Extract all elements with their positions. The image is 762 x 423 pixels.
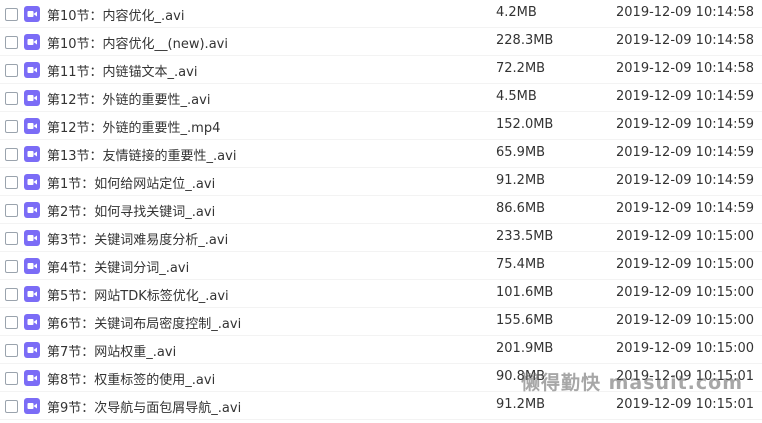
file-name[interactable]: 第11节：内链锚文本_.avi <box>47 61 197 80</box>
file-modified-date: 2019-12-09 10:14:58 <box>616 5 755 20</box>
file-name[interactable]: 第6节：关键词布局密度控制_.avi <box>47 313 241 332</box>
video-file-icon <box>24 90 40 106</box>
file-row[interactable]: 第3节：关键词难易度分析_.avi 233.5MB 2019-12-09 10:15… <box>0 224 762 252</box>
file-row[interactable]: 第8节：权重标签的使用_.avi 90.8MB 2019-12-09 10:15:0… <box>0 364 762 392</box>
file-modified-date: 2019-12-09 10:15:00 <box>616 313 755 328</box>
file-size: 233.5MB <box>496 229 554 244</box>
file-size: 101.6MB <box>496 285 554 300</box>
file-modified-date: 2019-12-09 10:14:58 <box>616 33 755 48</box>
row-checkbox[interactable] <box>5 288 18 301</box>
file-row[interactable]: 第1节：如何给网站定位_.avi 91.2MB 2019-12-09 10:14:5… <box>0 168 762 196</box>
row-checkbox[interactable] <box>5 148 18 161</box>
file-row[interactable]: 第11节：内链锚文本_.avi 72.2MB 2019-12-09 10:14:58 <box>0 56 762 84</box>
file-row[interactable]: 第13节：友情链接的重要性_.avi 65.9MB 2019-12-09 10:14… <box>0 140 762 168</box>
file-row[interactable]: 第10节：内容优化_.avi 4.2MB 2019-12-09 10:14:58 <box>0 0 762 28</box>
file-size: 91.2MB <box>496 173 546 188</box>
file-modified-date: 2019-12-09 10:14:59 <box>616 173 755 188</box>
file-size: 4.2MB <box>496 5 537 20</box>
row-checkbox[interactable] <box>5 36 18 49</box>
video-file-icon <box>24 62 40 78</box>
file-row[interactable]: 第12节：外链的重要性_.avi 4.5MB 2019-12-09 10:14:59 <box>0 84 762 112</box>
video-file-icon <box>24 314 40 330</box>
video-file-icon <box>24 230 40 246</box>
file-modified-date: 2019-12-09 10:15:00 <box>616 341 755 356</box>
row-checkbox[interactable] <box>5 344 18 357</box>
file-size: 65.9MB <box>496 145 546 160</box>
file-modified-date: 2019-12-09 10:15:00 <box>616 229 755 244</box>
row-checkbox[interactable] <box>5 204 18 217</box>
row-checkbox[interactable] <box>5 260 18 273</box>
row-checkbox[interactable] <box>5 372 18 385</box>
file-name[interactable]: 第4节：关键词分词_.avi <box>47 257 189 276</box>
file-row[interactable]: 第4节：关键词分词_.avi 75.4MB 2019-12-09 10:15:00 <box>0 252 762 280</box>
file-modified-date: 2019-12-09 10:14:58 <box>616 61 755 76</box>
file-name[interactable]: 第10节：内容优化__(new).avi <box>47 33 228 52</box>
file-size: 201.9MB <box>496 341 554 356</box>
row-checkbox[interactable] <box>5 120 18 133</box>
file-size: 72.2MB <box>496 61 546 76</box>
video-file-icon <box>24 286 40 302</box>
file-row[interactable]: 第6节：关键词布局密度控制_.avi 155.6MB 2019-12-09 10:1… <box>0 308 762 336</box>
file-modified-date: 2019-12-09 10:14:59 <box>616 117 755 132</box>
file-size: 75.4MB <box>496 257 546 272</box>
file-size: 4.5MB <box>496 89 537 104</box>
file-name[interactable]: 第12节：外链的重要性_.avi <box>47 89 210 108</box>
video-file-icon <box>24 174 40 190</box>
file-list: 第10节：内容优化_.avi 4.2MB 2019-12-09 10:14:58 第1… <box>0 0 762 420</box>
row-checkbox[interactable] <box>5 400 18 413</box>
file-name[interactable]: 第3节：关键词难易度分析_.avi <box>47 229 228 248</box>
file-name[interactable]: 第5节：网站TDK标签优化_.avi <box>47 285 229 304</box>
file-row[interactable]: 第5节：网站TDK标签优化_.avi 101.6MB 2019-12-09 10:1… <box>0 280 762 308</box>
file-name[interactable]: 第13节：友情链接的重要性_.avi <box>47 145 236 164</box>
file-name[interactable]: 第9节：次导航与面包屑导航_.avi <box>47 397 241 416</box>
file-row[interactable]: 第12节：外链的重要性_.mp4 152.0MB 2019-12-09 10:14:… <box>0 112 762 140</box>
file-size: 91.2MB <box>496 397 546 412</box>
file-size: 228.3MB <box>496 33 554 48</box>
file-row[interactable]: 第10节：内容优化__(new).avi 228.3MB 2019-12-09 10… <box>0 28 762 56</box>
file-name[interactable]: 第1节：如何给网站定位_.avi <box>47 173 215 192</box>
row-checkbox[interactable] <box>5 316 18 329</box>
file-modified-date: 2019-12-09 10:15:01 <box>616 369 755 384</box>
video-file-icon <box>24 370 40 386</box>
file-modified-date: 2019-12-09 10:15:00 <box>616 285 755 300</box>
file-name[interactable]: 第8节：权重标签的使用_.avi <box>47 369 215 388</box>
file-size: 86.6MB <box>496 201 546 216</box>
row-checkbox[interactable] <box>5 8 18 21</box>
video-file-icon <box>24 34 40 50</box>
video-file-icon <box>24 258 40 274</box>
file-modified-date: 2019-12-09 10:15:00 <box>616 257 755 272</box>
file-row[interactable]: 第2节：如何寻找关键词_.avi 86.6MB 2019-12-09 10:14:5… <box>0 196 762 224</box>
video-file-icon <box>24 398 40 414</box>
file-modified-date: 2019-12-09 10:14:59 <box>616 201 755 216</box>
file-modified-date: 2019-12-09 10:15:01 <box>616 397 755 412</box>
video-file-icon <box>24 146 40 162</box>
row-checkbox[interactable] <box>5 176 18 189</box>
file-size: 155.6MB <box>496 313 554 328</box>
video-file-icon <box>24 342 40 358</box>
row-checkbox[interactable] <box>5 232 18 245</box>
file-size: 152.0MB <box>496 117 554 132</box>
row-checkbox[interactable] <box>5 64 18 77</box>
file-row[interactable]: 第7节：网站权重_.avi 201.9MB 2019-12-09 10:15:00 <box>0 336 762 364</box>
row-checkbox[interactable] <box>5 92 18 105</box>
file-name[interactable]: 第7节：网站权重_.avi <box>47 341 176 360</box>
file-name[interactable]: 第2节：如何寻找关键词_.avi <box>47 201 215 220</box>
file-name[interactable]: 第12节：外链的重要性_.mp4 <box>47 117 220 136</box>
file-modified-date: 2019-12-09 10:14:59 <box>616 89 755 104</box>
file-size: 90.8MB <box>496 369 546 384</box>
video-file-icon <box>24 118 40 134</box>
file-name[interactable]: 第10节：内容优化_.avi <box>47 5 184 24</box>
video-file-icon <box>24 6 40 22</box>
video-file-icon <box>24 202 40 218</box>
file-modified-date: 2019-12-09 10:14:59 <box>616 145 755 160</box>
file-row[interactable]: 第9节：次导航与面包屑导航_.avi 91.2MB 2019-12-09 10:15… <box>0 392 762 420</box>
